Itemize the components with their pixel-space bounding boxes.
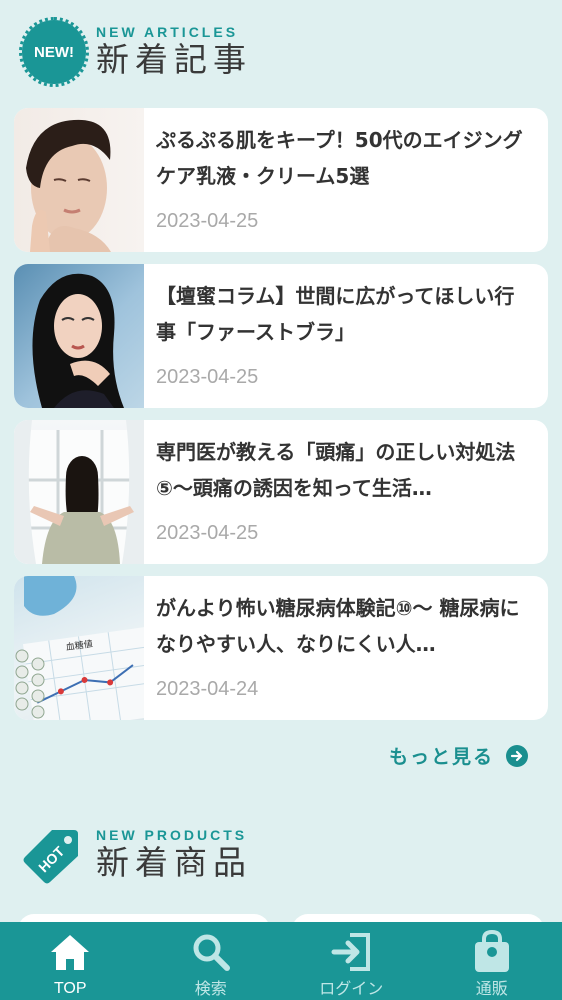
nav-shop[interactable]: 通販 (432, 922, 552, 1000)
shopping-bag-icon (470, 930, 514, 974)
new-badge: NEW! (19, 17, 89, 87)
new-products-header: HOT NEW PRODUCTS 新着商品 (22, 826, 252, 884)
nav-top[interactable]: TOP (10, 922, 130, 1000)
article-card[interactable]: 【壇蜜コラム】世間に広がってほしい行事「ファーストブラ」 2023-04-25 (14, 264, 548, 408)
article-title: 【壇蜜コラム】世間に広がってほしい行事「ファーストブラ」 (156, 284, 515, 344)
section-title-en: NEW PRODUCTS (96, 827, 248, 843)
home-icon (48, 930, 92, 974)
arrow-right-icon (506, 744, 528, 767)
article-card[interactable]: 専門医が教える「頭痛」の正しい対処法⑤〜頭痛の誘因を知って生活… 2023-04… (14, 420, 548, 564)
bottom-nav: TOP 検索 ログイン 通販 (0, 922, 562, 1000)
section-title: 新着商品 (96, 843, 252, 882)
article-list: ぷるぷる肌をキープ！50代のエイジングケア乳液・クリーム5選 2023-04-2… (14, 108, 548, 732)
article-title: がんより怖い糖尿病体験記⑩〜 糖尿病になりやすい人、なりにくい人… (156, 596, 520, 656)
login-icon (329, 930, 373, 974)
nav-label: 検索 (194, 979, 227, 998)
section-title: 新着記事 (96, 40, 252, 79)
article-date: 2023-04-25 (156, 210, 259, 232)
more-articles-link[interactable]: もっと見る (389, 742, 528, 769)
article-thumbnail (14, 108, 144, 252)
article-card[interactable]: 血糖値 がんより怖い糖尿病体験記⑩〜 糖尿病になりやすい人、なりにくい人… 20… (14, 576, 548, 720)
new-articles-header: NEW! NEW ARTICLES 新着記事 (19, 17, 252, 87)
nav-search[interactable]: 検索 (151, 922, 271, 1000)
nav-label: ログイン (319, 979, 384, 998)
hot-tag-icon: HOT (22, 826, 80, 884)
article-card[interactable]: ぷるぷる肌をキープ！50代のエイジングケア乳液・クリーム5選 2023-04-2… (14, 108, 548, 252)
more-label: もっと見る (388, 746, 494, 768)
article-date: 2023-04-24 (156, 678, 259, 700)
article-title: ぷるぷる肌をキープ！50代のエイジングケア乳液・クリーム5選 (156, 128, 523, 188)
section-title-en: NEW ARTICLES (96, 24, 239, 40)
search-icon (189, 930, 233, 974)
article-date: 2023-04-25 (156, 522, 259, 544)
article-title: 専門医が教える「頭痛」の正しい対処法⑤〜頭痛の誘因を知って生活… (156, 440, 516, 500)
article-date: 2023-04-25 (156, 366, 259, 388)
article-thumbnail: 血糖値 (14, 576, 144, 720)
nav-login[interactable]: ログイン (291, 922, 411, 1000)
article-thumbnail (14, 264, 144, 408)
nav-label: TOP (53, 980, 87, 997)
article-thumbnail (14, 420, 144, 564)
new-badge-label: NEW! (34, 43, 74, 61)
nav-label: 通販 (475, 979, 508, 998)
